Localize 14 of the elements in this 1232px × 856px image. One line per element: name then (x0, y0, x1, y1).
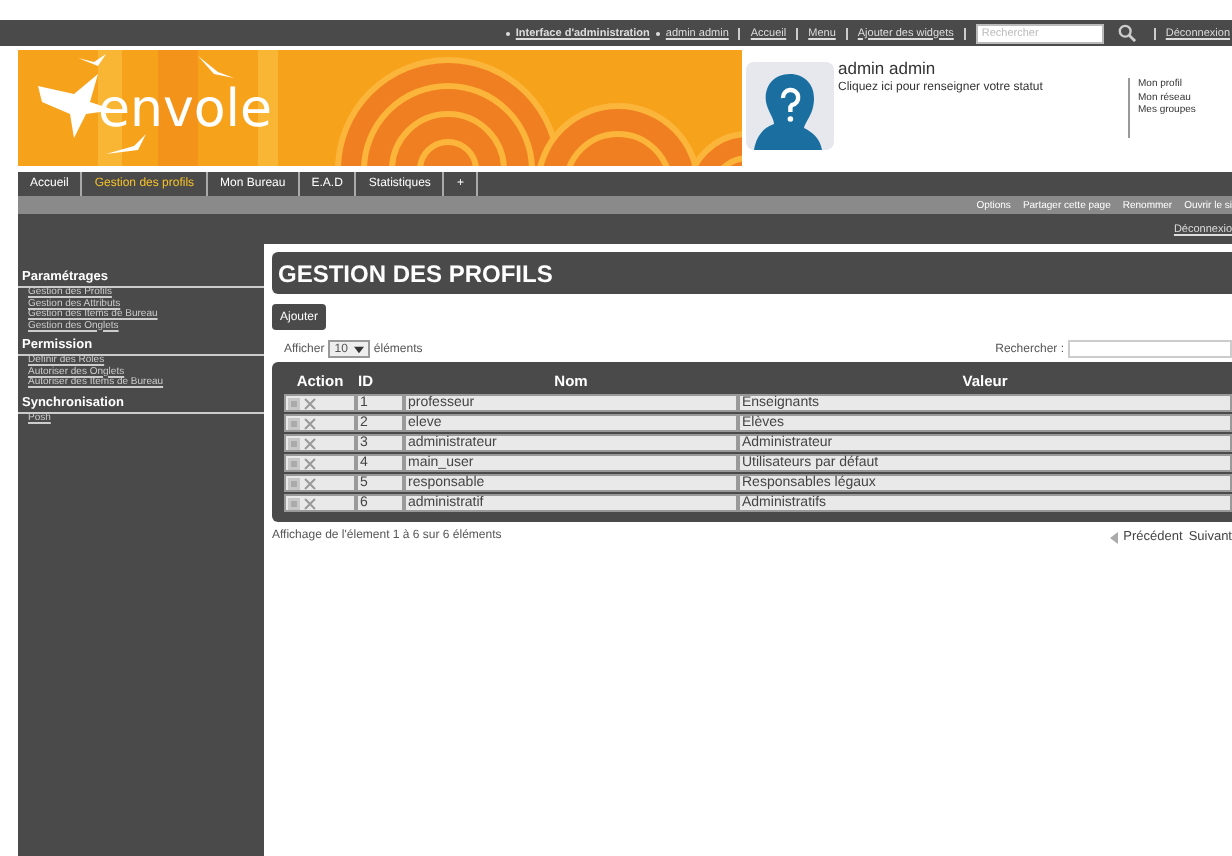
close-icon[interactable] (304, 417, 316, 429)
left-arrow-icon (1109, 531, 1118, 543)
page-title: GESTION DES PROFILS (272, 252, 1232, 294)
close-icon[interactable] (304, 457, 316, 469)
logo-text: envole (98, 84, 272, 136)
caret-icon (353, 345, 364, 353)
search-icon[interactable] (1117, 24, 1136, 42)
close-icon[interactable] (304, 497, 316, 509)
user-name: admin admin (838, 58, 938, 78)
close-icon[interactable] (304, 397, 316, 409)
close-icon[interactable] (304, 477, 316, 489)
avatar-silhouette-icon[interactable] (746, 62, 834, 150)
close-icon[interactable] (304, 437, 316, 449)
table-search-field[interactable] (1068, 340, 1232, 358)
